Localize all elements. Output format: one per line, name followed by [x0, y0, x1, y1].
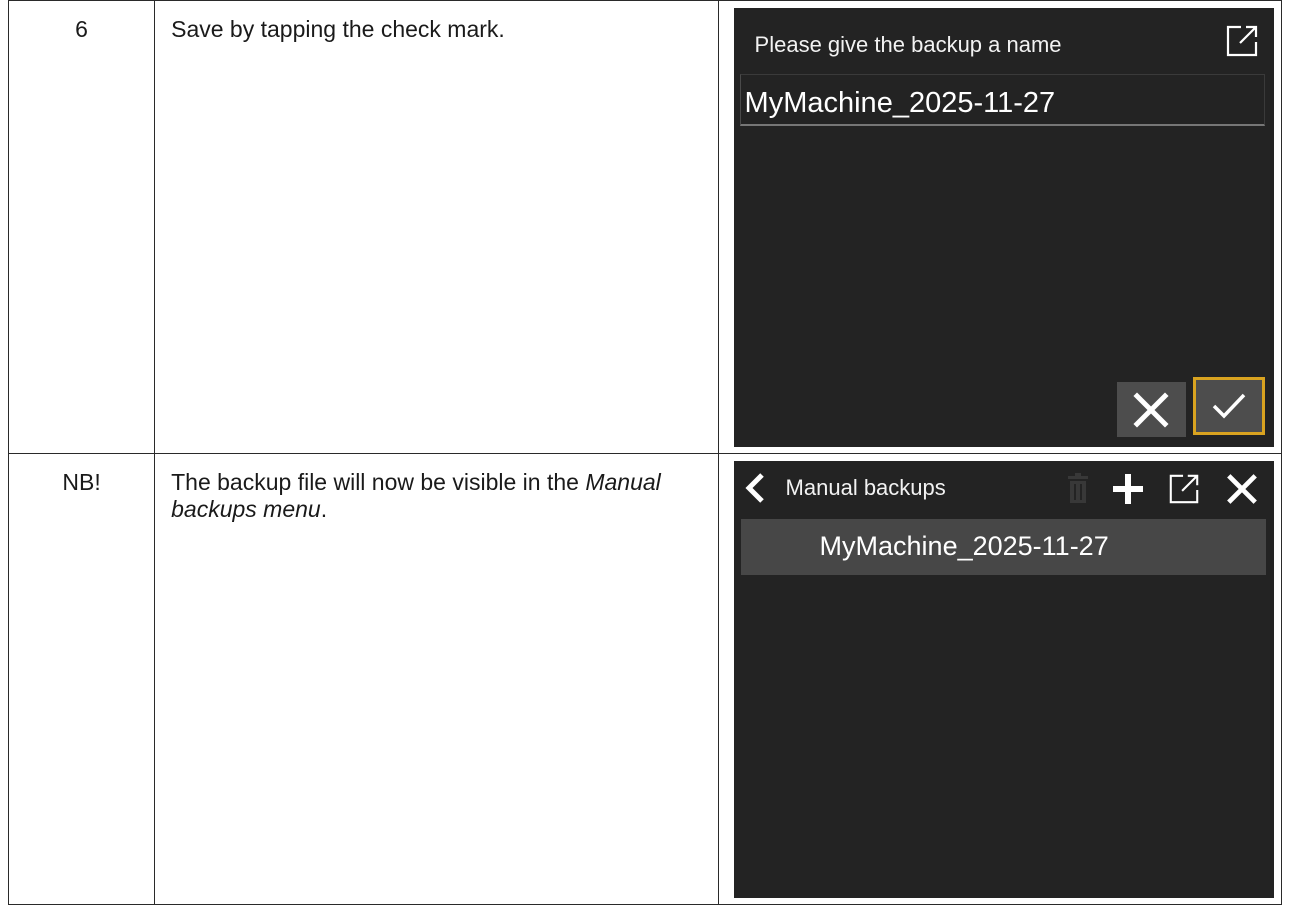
screen-title: Manual backups [785, 475, 946, 500]
note-row: NB! The backup file will now be visible … [7, 453, 1283, 905]
chevron-left-icon[interactable] [740, 471, 770, 505]
backup-name-input[interactable] [739, 74, 1265, 126]
step-description-cell: Save by tapping the check mark. [154, 0, 719, 454]
trash-icon [1064, 471, 1092, 507]
expand-icon[interactable] [1166, 471, 1202, 507]
cancel-button[interactable] [1116, 382, 1186, 437]
plus-icon[interactable] [1108, 469, 1148, 509]
manual-backups-screen: Manual backups MyMachine_2025-11-27 [733, 461, 1274, 898]
close-icon[interactable] [1224, 471, 1260, 507]
note-text-suffix: . [320, 496, 328, 522]
step-number: 6 [75, 16, 88, 42]
note-label-cell: NB! [7, 453, 156, 905]
note-description: The backup file will now be visible in t… [155, 454, 717, 523]
dialog-title: Please give the backup a name [754, 32, 1062, 57]
close-icon [1133, 391, 1169, 428]
note-label: NB! [62, 469, 101, 495]
backup-list-item[interactable]: MyMachine_2025-11-27 [740, 519, 1266, 575]
expand-icon[interactable] [1224, 23, 1260, 59]
step-description: Save by tapping the check mark. [171, 16, 505, 42]
confirm-button[interactable] [1192, 377, 1265, 435]
instruction-table: 6 Save by tapping the check mark. Please… [7, 0, 1283, 905]
backup-name-dialog: Please give the backup a name [733, 8, 1274, 447]
note-text-prefix: The backup file will now be visible in t… [171, 469, 586, 495]
step-number-cell: 6 [7, 0, 156, 454]
note-screenshot-cell: Manual backups MyMachine_2025-11-27 [717, 453, 1283, 905]
step-row: 6 Save by tapping the check mark. Please… [7, 0, 1283, 454]
step-screenshot-cell: Please give the backup a name [717, 0, 1283, 454]
note-description-cell: The backup file will now be visible in t… [154, 453, 719, 905]
checkmark-icon [1212, 393, 1245, 419]
